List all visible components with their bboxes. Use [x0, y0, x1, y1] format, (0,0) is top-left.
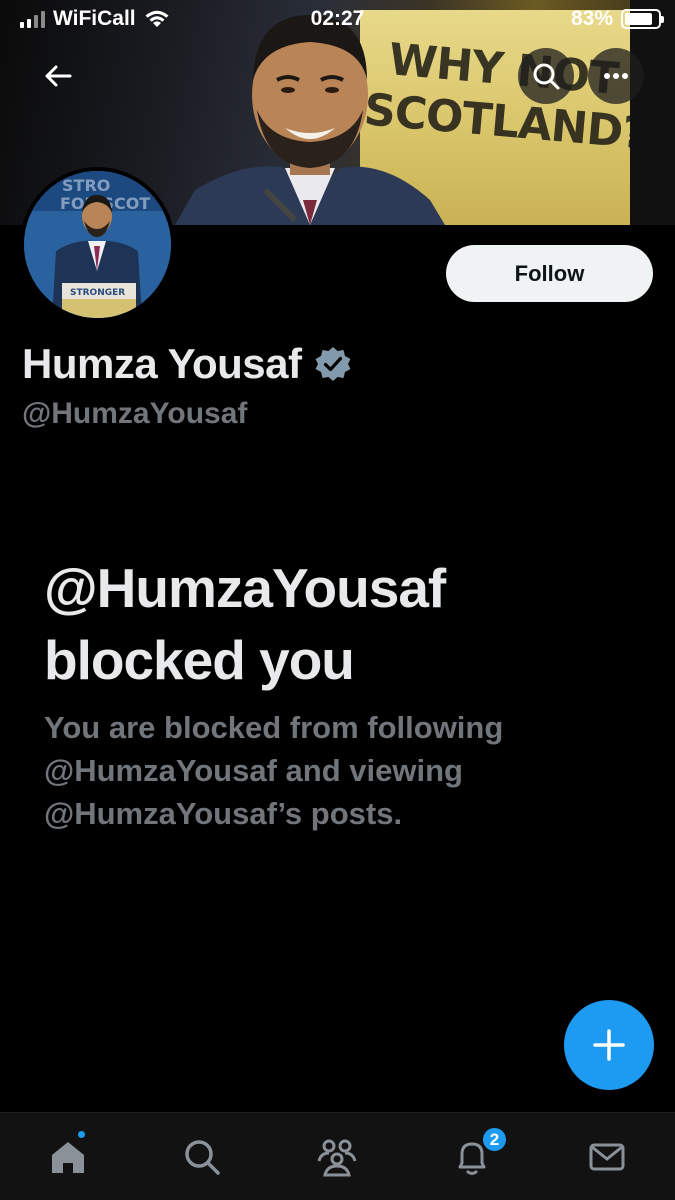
- search-icon: [185, 1140, 220, 1175]
- search-button[interactable]: [518, 48, 574, 104]
- blocked-title-line2: blocked you: [44, 629, 355, 691]
- notifications-badge: 2: [481, 1126, 508, 1153]
- communities-icon: [317, 1139, 357, 1177]
- tab-communities[interactable]: [313, 1133, 361, 1181]
- profile-name-text: Humza Yousaf: [22, 340, 302, 387]
- status-bar: WiFiCall 02:27 83%: [0, 0, 675, 40]
- back-arrow-icon: [45, 65, 72, 87]
- tab-home[interactable]: [44, 1133, 92, 1181]
- home-unread-dot: [76, 1129, 87, 1140]
- blocked-title: @HumzaYousaf blocked you: [44, 552, 644, 696]
- blocked-description: You are blocked from following @HumzaYou…: [44, 710, 504, 831]
- verified-badge-icon: [315, 347, 351, 381]
- search-icon: [533, 63, 560, 90]
- podium-label: STRONGER: [70, 288, 125, 298]
- avatar-image: STRO FOR SCOT STRONGER: [24, 171, 171, 318]
- compose-post-button[interactable]: [564, 1000, 654, 1090]
- back-button[interactable]: [30, 48, 86, 104]
- profile-handle: @HumzaYousaf: [22, 397, 248, 430]
- battery-icon: [621, 9, 664, 29]
- battery-fill: [625, 13, 652, 25]
- follow-button[interactable]: Follow: [446, 245, 653, 302]
- more-options-button[interactable]: [588, 48, 644, 104]
- profile-avatar[interactable]: STRO FOR SCOT STRONGER: [20, 167, 175, 322]
- profile-name: Humza Yousaf: [22, 340, 352, 388]
- battery-percent: 83%: [570, 7, 613, 30]
- tab-messages[interactable]: [583, 1133, 631, 1181]
- blocked-title-line1: @HumzaYousaf: [44, 557, 446, 619]
- svg-text:STRO: STRO: [62, 176, 110, 195]
- bottom-tab-bar: 2: [0, 1112, 675, 1200]
- home-icon: [52, 1142, 84, 1173]
- messages-icon: [589, 1143, 625, 1171]
- status-right: 83%: [570, 7, 664, 31]
- plus-icon: [593, 1029, 625, 1061]
- tab-search[interactable]: [178, 1133, 226, 1181]
- more-dots-icon: [604, 73, 628, 79]
